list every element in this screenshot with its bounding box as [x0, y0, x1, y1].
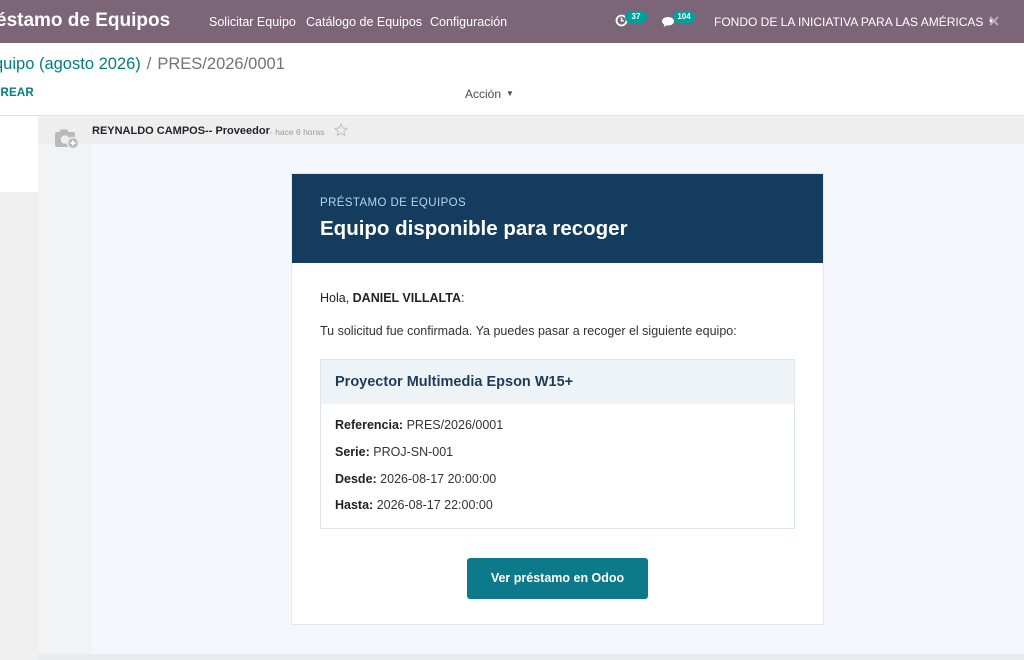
detail-row: Hasta: 2026-08-17 22:00:00	[335, 498, 493, 512]
action-dropdown[interactable]: Acción ▼	[465, 87, 514, 101]
detail-value: 2026-08-17 20:00:00	[380, 472, 497, 486]
view-loan-button[interactable]: Ver préstamo en Odoo	[467, 558, 648, 599]
equipment-name: Proyector Multimedia Epson W15+	[335, 374, 574, 390]
greeting-suffix: :	[460, 291, 465, 305]
breadcrumb-parent-link[interactable]: quipo (agosto 2026)	[0, 55, 141, 73]
detail-label: Serie:	[335, 445, 370, 459]
breadcrumb: quipo (agosto 2026) / PRES/2026/0001	[0, 55, 285, 74]
close-icon[interactable]	[987, 13, 1001, 34]
top-navbar: éstamo de Equipos Solicitar Equipo Catál…	[0, 0, 1024, 43]
activity-count-badge: 37	[625, 11, 647, 23]
recipient-name: DANIEL VILLALTA	[352, 291, 461, 305]
control-panel: quipo (agosto 2026) / PRES/2026/0001 CREAR…	[0, 43, 1024, 116]
messages-count-badge: 104	[673, 11, 695, 23]
camera-avatar-icon[interactable]	[54, 128, 80, 155]
menu-item-solicitar-equipo[interactable]: Solicitar Equipo	[209, 15, 296, 29]
detail-value: PRES/2026/0001	[406, 418, 504, 432]
detail-value: PROJ-SN-001	[373, 445, 454, 459]
activities-menu[interactable]: 37	[615, 11, 647, 32]
messaging-menu[interactable]: 104	[661, 11, 699, 32]
email-intro: Tu solicitud fue confirmada. Ya puedes p…	[320, 324, 737, 338]
email-eyebrow: PRÉSTAMO DE EQUIPOS	[320, 197, 467, 209]
email-title: Equipo disponible para recoger	[320, 217, 628, 240]
detail-label: Desde:	[335, 472, 377, 486]
create-button[interactable]: CREAR	[0, 87, 34, 99]
email-greeting: Hola, DANIEL VILLALTA:	[320, 291, 464, 305]
equipment-box: Proyector Multimedia Epson W15+ Referenc…	[320, 359, 795, 529]
company-name: FONDO DE LA INICIATIVA PARA LAS AMÉRICAS	[714, 15, 984, 29]
equipment-box-header: Proyector Multimedia Epson W15+	[321, 360, 794, 404]
app-title[interactable]: éstamo de Equipos	[0, 10, 170, 32]
detail-label: Referencia:	[335, 418, 404, 432]
menu-item-configuracion[interactable]: Configuración	[430, 15, 507, 29]
email-card: PRÉSTAMO DE EQUIPOS Equipo disponible pa…	[291, 173, 824, 625]
greeting-prefix: Hola,	[320, 291, 353, 305]
message-bottom-border	[38, 654, 1024, 660]
form-sheet-block	[0, 116, 38, 192]
menu-item-catalogo-equipos[interactable]: Catálogo de Equipos	[306, 15, 422, 29]
detail-row: Serie: PROJ-SN-001	[335, 445, 453, 459]
star-icon[interactable]	[333, 122, 349, 142]
breadcrumb-current: PRES/2026/0001	[157, 55, 285, 73]
detail-value: 2026-08-17 22:00:00	[376, 498, 493, 512]
chevron-down-icon: ▼	[506, 89, 514, 98]
email-header: PRÉSTAMO DE EQUIPOS Equipo disponible pa…	[292, 174, 823, 263]
breadcrumb-separator: /	[146, 55, 152, 73]
form-sheet-edge	[0, 116, 38, 660]
message-time: - hace 6 horas	[270, 127, 325, 137]
detail-label: Hasta:	[335, 498, 374, 512]
detail-row: Desde: 2026-08-17 20:00:00	[335, 472, 496, 486]
action-label: Acción	[465, 87, 502, 101]
company-switcher[interactable]: FONDO DE LA INICIATIVA PARA LAS AMÉRICAS…	[714, 15, 995, 29]
message-author: REYNALDO CAMPOS-- Proveedor	[92, 125, 270, 137]
detail-row: Referencia: PRES/2026/0001	[335, 418, 503, 432]
